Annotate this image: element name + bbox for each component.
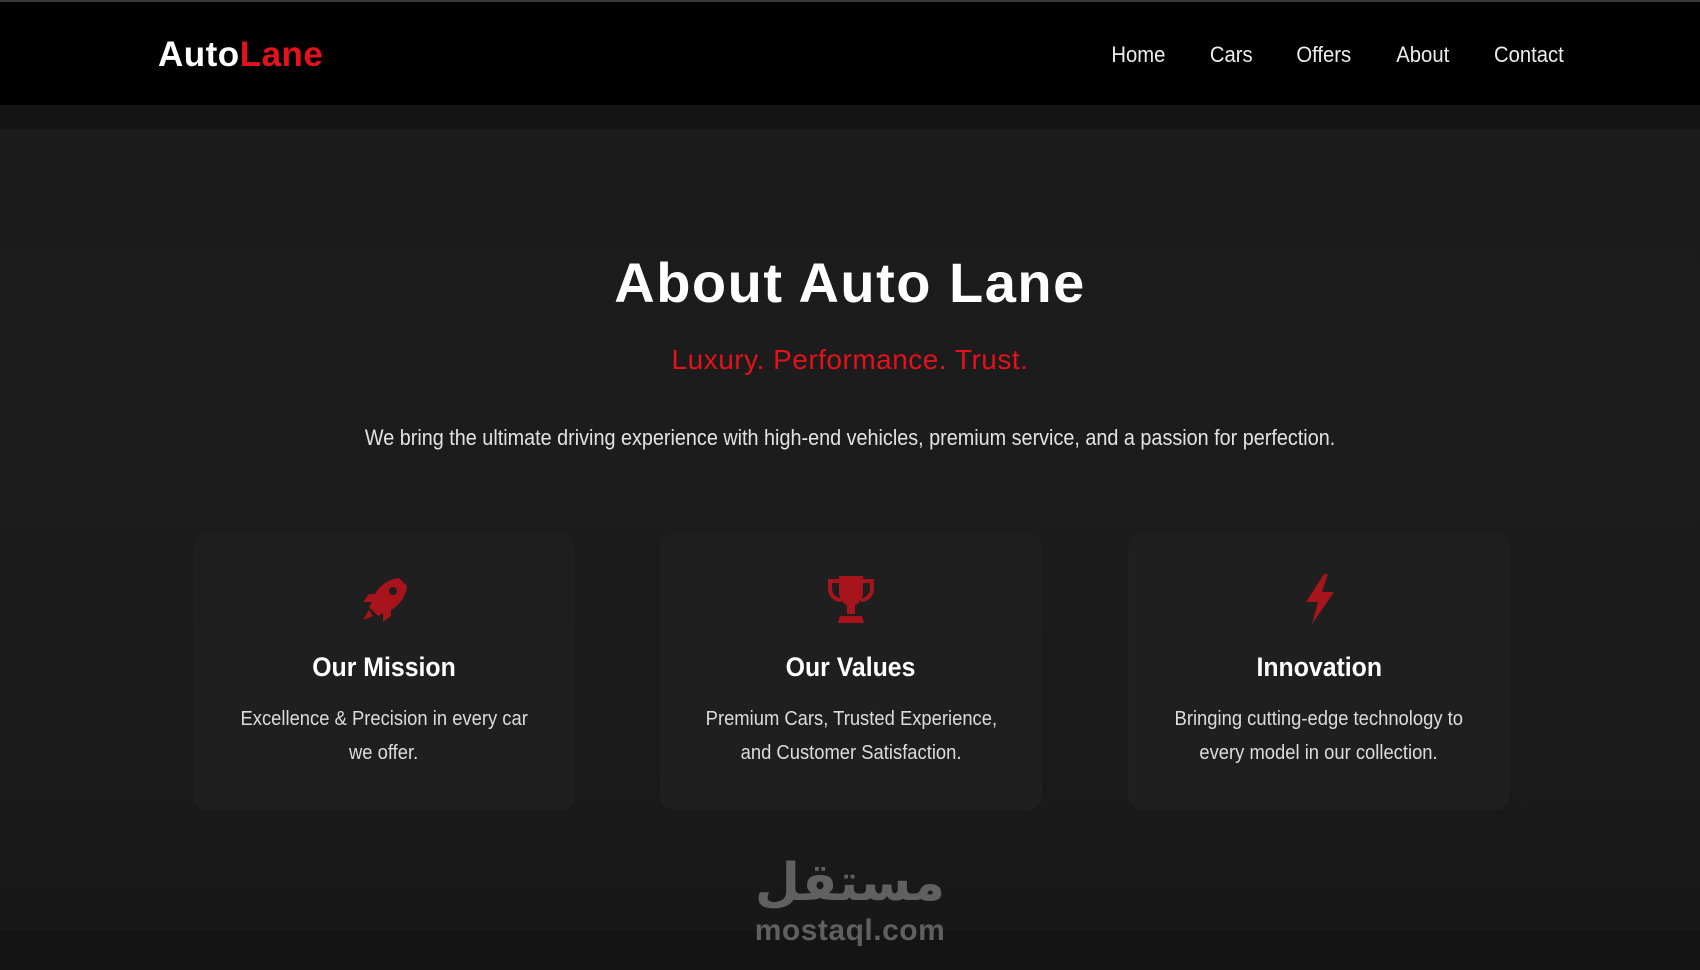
card-our-values: Our Values Premium Cars, Trusted Experie…	[661, 534, 1041, 809]
card-description: Premium Cars, Trusted Experience, and Cu…	[691, 702, 1011, 770]
watermark-latin: mostaql.com	[754, 914, 946, 947]
card-title: Innovation	[1129, 649, 1509, 685]
navbar: AutoLane Home Cars Offers About Contact	[0, 2, 1700, 105]
card-description-line2: every model in our collection.	[1199, 742, 1439, 764]
logo-text-auto: Auto	[158, 35, 240, 74]
card-title: Our Values	[661, 649, 1041, 685]
card-description-line1: Premium Cars, Trusted Experience,	[705, 708, 997, 730]
nav-link-offers[interactable]: Offers	[1297, 40, 1352, 70]
logo-text-lane: Lane	[239, 35, 324, 74]
card-innovation: Innovation Bringing cutting-edge technol…	[1129, 534, 1509, 809]
page-title: About Auto Lane	[614, 251, 1086, 314]
card-title: Our Mission	[194, 649, 574, 685]
nav-link-cars[interactable]: Cars	[1210, 40, 1253, 70]
bolt-icon	[1294, 572, 1344, 626]
card-description-line1: Excellence & Precision in every car	[240, 708, 528, 730]
intro-text: We bring the ultimate driving experience…	[0, 422, 1700, 454]
nav-menu: Home Cars Offers About Contact	[1109, 40, 1567, 70]
card-description-line2: and Customer Satisfaction.	[740, 742, 962, 764]
watermark-logo: مستقل mostaql.com	[740, 852, 960, 952]
rocket-icon	[359, 572, 409, 626]
page: AutoLane Home Cars Offers About Contact …	[0, 0, 1700, 970]
nav-link-about[interactable]: About	[1396, 40, 1449, 70]
trophy-icon	[826, 572, 876, 626]
card-description-line1: Bringing cutting-edge technology to	[1174, 708, 1464, 730]
intro-text-content: We bring the ultimate driving experience…	[364, 425, 1336, 450]
nav-link-home[interactable]: Home	[1111, 40, 1165, 70]
card-description: Bringing cutting-edge technology to ever…	[1159, 702, 1479, 770]
card-description-line2: we offer.	[349, 742, 419, 764]
watermark-arabic: مستقل	[754, 854, 946, 912]
card-title-text: Our Values	[786, 652, 916, 682]
card-title-text: Our Mission	[312, 652, 456, 682]
brand-logo[interactable]: AutoLane	[158, 35, 323, 75]
card-description: Excellence & Precision in every car we o…	[224, 702, 544, 770]
card-title-text: Innovation	[1256, 652, 1382, 682]
card-our-mission: Our Mission Excellence & Precision in ev…	[194, 534, 574, 809]
nav-link-contact[interactable]: Contact	[1494, 40, 1564, 70]
section-divider	[0, 105, 1700, 129]
tagline: Luxury. Performance. Trust.	[671, 344, 1029, 375]
